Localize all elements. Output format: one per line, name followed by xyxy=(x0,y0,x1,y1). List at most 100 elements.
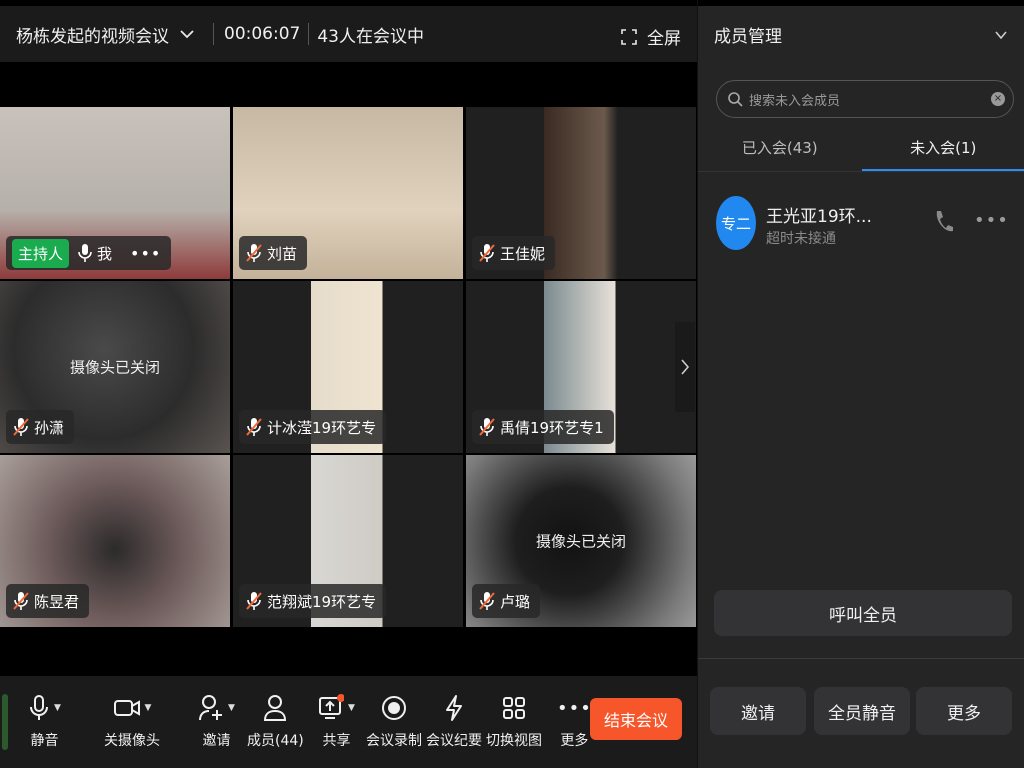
more-dots-icon: ••• xyxy=(557,697,592,719)
muted-microphone-icon xyxy=(13,418,29,436)
more-button[interactable]: ••• 更多 xyxy=(557,692,592,750)
mute-label: 静音 xyxy=(30,733,59,749)
lightning-icon xyxy=(446,695,462,721)
phone-icon[interactable] xyxy=(932,208,954,236)
camera-off-text: 摄像头已关闭 xyxy=(69,358,160,377)
record-icon xyxy=(382,696,406,720)
participant-name: 卢璐 xyxy=(500,592,531,611)
participant-name: 禹倩19环艺专1 xyxy=(500,418,604,437)
next-page-button[interactable] xyxy=(675,322,695,412)
caret-down-icon[interactable]: ▼ xyxy=(145,703,152,713)
fullscreen-button[interactable]: 全屏 xyxy=(621,24,681,49)
video-tile[interactable]: 王佳妮 xyxy=(466,107,696,279)
more-label: 更多 xyxy=(560,733,589,749)
members-button[interactable]: 成员(44) xyxy=(247,692,304,750)
clear-icon[interactable]: × xyxy=(991,92,1005,106)
muted-microphone-icon xyxy=(479,244,495,262)
invite-panel-button[interactable]: 邀请 xyxy=(710,687,806,735)
invite-button[interactable]: ▼ 邀请 xyxy=(198,692,235,750)
name-tag: 王佳妮 xyxy=(472,236,556,270)
mute-button[interactable]: ▼ 静音 xyxy=(28,692,61,750)
mute-all-button[interactable]: 全员静音 xyxy=(814,687,910,735)
video-tile[interactable]: 刘苗 xyxy=(233,107,463,279)
name-tag: 范翔斌19环艺专 xyxy=(239,584,387,618)
participant-name: 孙潇 xyxy=(34,418,65,437)
search-input[interactable]: 搜索未入会成员 × xyxy=(716,80,1014,118)
participant-name: 王佳妮 xyxy=(500,244,546,263)
name-tag: 陈昱君 xyxy=(6,584,90,618)
user-icon xyxy=(264,695,287,721)
more-options-icon[interactable]: ••• xyxy=(974,210,1009,231)
share-screen-icon xyxy=(319,694,344,719)
panel-header: 成员管理 xyxy=(698,0,1024,62)
avatar-text: 专二 xyxy=(716,196,756,250)
tab-joined[interactable]: 已入会(43) xyxy=(698,128,862,171)
chevron-down-icon[interactable] xyxy=(179,26,195,42)
fullscreen-icon xyxy=(621,28,637,45)
participant-count: 43人在会议中 xyxy=(317,26,424,47)
share-button[interactable]: ▼ 共享 xyxy=(318,692,355,750)
name-tag: 孙潇 xyxy=(6,410,75,444)
name-tag: 禹倩19环艺专1 xyxy=(472,410,614,444)
end-meeting-button[interactable]: 结束会议 xyxy=(590,698,682,740)
caret-down-icon[interactable]: ▼ xyxy=(228,703,235,713)
video-tile[interactable]: 摄像头已关闭 孙潇 xyxy=(0,281,230,453)
grid-view-icon xyxy=(503,697,525,719)
video-tile[interactable]: 摄像头已关闭 卢璐 xyxy=(466,455,696,627)
divider xyxy=(308,23,310,45)
record-button[interactable]: 会议录制 xyxy=(366,692,422,750)
list-item[interactable]: 专二 王光亚19环... 超时未接通 ••• xyxy=(716,196,1016,252)
chevron-down-icon[interactable] xyxy=(994,28,1008,42)
panel-title: 成员管理 xyxy=(714,26,782,47)
call-all-button[interactable]: 呼叫全员 xyxy=(714,590,1012,636)
muted-microphone-icon xyxy=(246,592,262,610)
invite-label: 邀请 xyxy=(202,733,231,749)
meeting-title[interactable]: 杨栋发起的视频会议 xyxy=(16,22,169,47)
microphone-icon xyxy=(30,695,48,720)
tab-not-joined[interactable]: 未入会(1) xyxy=(861,128,1024,171)
camera-off-text: 摄像头已关闭 xyxy=(535,532,626,551)
camera-button[interactable]: ▼ 关摄像头 xyxy=(104,692,160,750)
participant-name: 范翔斌19环艺专 xyxy=(267,592,377,611)
participant-name: 我 xyxy=(97,244,113,263)
minutes-label: 会议纪要 xyxy=(426,733,482,749)
video-tile[interactable]: 范翔斌19环艺专 xyxy=(233,455,463,627)
volume-indicator xyxy=(2,694,8,750)
minutes-button[interactable]: 会议纪要 xyxy=(426,692,482,750)
chevron-right-icon xyxy=(681,359,690,375)
video-tile[interactable]: 陈昱君 xyxy=(0,455,230,627)
muted-microphone-icon xyxy=(479,592,495,610)
add-user-icon xyxy=(199,695,222,721)
member-status: 超时未接通 xyxy=(766,231,836,247)
muted-microphone-icon xyxy=(246,244,262,262)
video-tile[interactable]: 禹倩19环艺专1 xyxy=(466,281,696,453)
panel-more-button[interactable]: 更多 xyxy=(916,687,1012,735)
name-tag: 卢璐 xyxy=(472,584,541,618)
video-grid: 主持人 我 ••• 刘苗 王佳妮 摄像头已关闭 孙潇 计冰滢19环艺专 禹倩19… xyxy=(0,107,697,627)
microphone-icon[interactable] xyxy=(77,243,93,263)
participant-name: 陈昱君 xyxy=(34,592,80,611)
members-label: 成员(44) xyxy=(247,733,304,749)
caret-down-icon[interactable]: ▼ xyxy=(348,703,355,713)
search-icon xyxy=(728,92,743,107)
members-panel: 成员管理 搜索未入会成员 × 已入会(43) 未入会(1) 专二 王光亚19环.… xyxy=(697,0,1024,768)
video-tile[interactable]: 计冰滢19环艺专 xyxy=(233,281,463,453)
divider xyxy=(213,23,214,45)
switch-view-button[interactable]: 切换视图 xyxy=(486,692,542,750)
video-tile[interactable]: 主持人 我 ••• xyxy=(0,107,230,279)
share-label: 共享 xyxy=(322,733,351,749)
participant-name: 计冰滢19环艺专 xyxy=(267,418,377,437)
name-tag: 刘苗 xyxy=(239,236,308,270)
more-options-icon[interactable]: ••• xyxy=(130,244,161,263)
video-stage: 主持人 我 ••• 刘苗 王佳妮 摄像头已关闭 孙潇 计冰滢19环艺专 禹倩19… xyxy=(0,62,697,676)
caret-down-icon[interactable]: ▼ xyxy=(54,703,61,713)
name-tag: 计冰滢19环艺专 xyxy=(239,410,387,444)
switch-view-label: 切换视图 xyxy=(486,733,542,749)
member-tabs: 已入会(43) 未入会(1) xyxy=(698,128,1024,172)
bottom-toolbar: ▼ 静音 ▼ 关摄像头 ▼ 邀请 成员(44) ▼ 共享 会议录制 会议纪要 切… xyxy=(0,676,697,768)
member-name: 王光亚19环... xyxy=(766,207,872,227)
meeting-header: 杨栋发起的视频会议 00:06:07 43人在会议中 全屏 xyxy=(0,0,697,62)
divider xyxy=(698,658,1024,659)
muted-microphone-icon xyxy=(13,592,29,610)
muted-microphone-icon xyxy=(479,418,495,436)
